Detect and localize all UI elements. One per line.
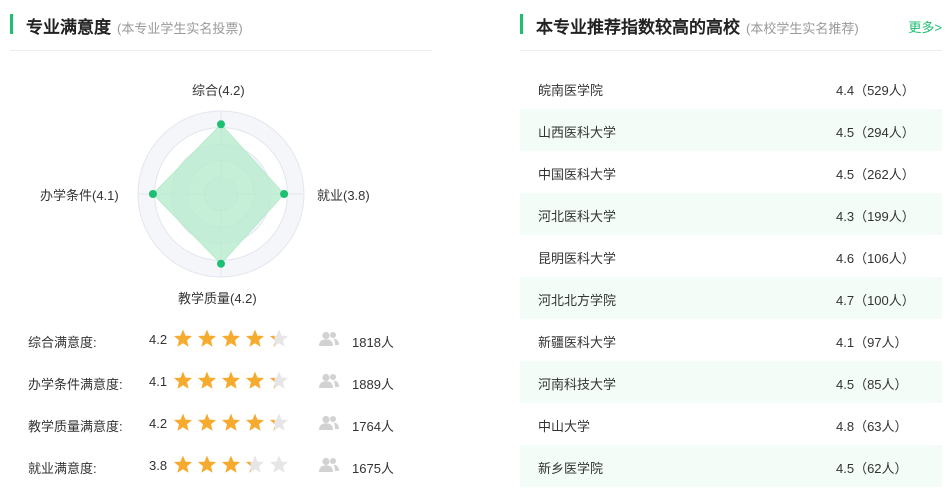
school-score: 4.6（106人） [836, 251, 915, 266]
rating-count: 1818人 [352, 335, 394, 350]
school-row[interactable]: 河北北方学院 4.7（100人） [520, 277, 942, 319]
star-full-icon [197, 371, 217, 389]
radar-label-facilities: 办学条件(4.1) [40, 188, 119, 203]
school-score: 4.3（199人） [836, 209, 915, 224]
people-icon [319, 373, 339, 388]
satisfaction-header: 专业满意度 (本专业学生实名投票) [10, 12, 432, 38]
star-half-icon [269, 329, 289, 347]
rating-row: 综合满意度: 4.2 1818人 [10, 328, 432, 352]
school-row[interactable]: 山西医科大学 4.5（294人） [520, 109, 942, 151]
star-rating [173, 413, 289, 431]
rating-row: 就业满意度: 3.8 1675人 [10, 454, 432, 478]
school-name[interactable]: 河北医科大学 [538, 206, 616, 225]
school-score: 4.8（63人） [836, 419, 908, 434]
school-name[interactable]: 河南科技大学 [538, 374, 616, 393]
school-score: 4.7（100人） [836, 293, 915, 308]
star-half-icon [269, 413, 289, 431]
accent-bar [520, 14, 523, 34]
satisfaction-subtitle: (本专业学生实名投票) [117, 21, 243, 36]
star-full-icon [173, 413, 193, 431]
school-row[interactable]: 中山大学 4.8（63人） [520, 403, 942, 445]
radar-label-teaching: 教学质量(4.2) [178, 291, 257, 306]
school-row[interactable]: 河南科技大学 4.5（85人） [520, 361, 942, 403]
star-full-icon [221, 329, 241, 347]
radar-label-overall: 综合(4.2) [192, 83, 245, 98]
school-name[interactable]: 中国医科大学 [538, 164, 616, 183]
rating-label: 就业满意度: [28, 461, 97, 476]
divider [520, 50, 942, 51]
recommend-panel: 本专业推荐指数较高的高校 (本校学生实名推荐) 更多> 皖南医学院 4.4（529… [520, 0, 942, 492]
school-row[interactable]: 新乡医学院 4.5（62人） [520, 445, 942, 487]
school-row[interactable]: 昆明医科大学 4.6（106人） [520, 235, 942, 277]
radar-label-employment: 就业(3.8) [317, 188, 370, 203]
star-rating [173, 371, 289, 389]
star-full-icon [221, 371, 241, 389]
radar-point [280, 190, 289, 198]
star-rating [173, 329, 289, 347]
people-icon [319, 331, 339, 346]
star-full-icon [173, 371, 193, 389]
school-row[interactable]: 中国医科大学 4.5（262人） [520, 151, 942, 193]
school-row[interactable]: 新疆医科大学 4.1（97人） [520, 319, 942, 361]
recommend-title: 本专业推荐指数较高的高校 (本校学生实名推荐) [536, 13, 859, 38]
school-name[interactable]: 新疆医科大学 [538, 332, 616, 351]
rating-label: 教学质量满意度: [28, 419, 123, 434]
rating-score: 4.1 [149, 374, 168, 389]
rating-count: 1889人 [352, 377, 394, 392]
star-half-icon [269, 371, 289, 389]
school-score: 4.4（529人） [836, 83, 915, 98]
star-full-icon [197, 455, 217, 473]
rating-score: 3.8 [149, 458, 168, 473]
star-full-icon [245, 413, 265, 431]
star-full-icon [221, 455, 241, 473]
rating-label: 综合满意度: [28, 335, 97, 350]
school-score: 4.5（294人） [836, 125, 915, 140]
accent-bar [10, 14, 13, 34]
recommend-subtitle: (本校学生实名推荐) [746, 21, 859, 36]
rating-count: 1764人 [352, 419, 394, 434]
school-row[interactable]: 皖南医学院 4.4（529人） [520, 67, 942, 109]
recommend-title-text: 本专业推荐指数较高的高校 [536, 18, 740, 37]
star-half-icon [245, 455, 265, 473]
star-full-icon [221, 413, 241, 431]
rating-score: 4.2 [149, 332, 168, 347]
star-full-icon [173, 455, 193, 473]
divider [10, 50, 432, 51]
radar-chart: 综合(4.2) 办学条件(4.1) 就业(3.8) 教学质量(4.2) [10, 70, 432, 315]
recommend-header: 本专业推荐指数较高的高校 (本校学生实名推荐) 更多> [520, 12, 942, 38]
star-empty-icon [269, 455, 289, 473]
satisfaction-title-text: 专业满意度 [26, 18, 111, 37]
radar-point [217, 120, 225, 129]
more-link[interactable]: 更多> [908, 17, 942, 36]
star-full-icon [245, 329, 265, 347]
star-full-icon [197, 329, 217, 347]
people-icon [319, 457, 339, 472]
school-row[interactable]: 河北医科大学 4.3（199人） [520, 193, 942, 235]
school-name[interactable]: 皖南医学院 [538, 80, 603, 99]
rating-label: 办学条件满意度: [28, 377, 123, 392]
star-rating [173, 455, 289, 473]
rating-row: 办学条件满意度: 4.1 1889人 [10, 370, 432, 394]
school-score: 4.5（62人） [836, 461, 908, 476]
school-name[interactable]: 山西医科大学 [538, 122, 616, 141]
school-score: 4.5（85人） [836, 377, 908, 392]
star-full-icon [173, 329, 193, 347]
satisfaction-title: 专业满意度 (本专业学生实名投票) [26, 13, 243, 38]
rating-score: 4.2 [149, 416, 168, 431]
radar-point [148, 190, 157, 198]
star-full-icon [197, 413, 217, 431]
school-score: 4.5（262人） [836, 167, 915, 182]
people-icon [319, 415, 339, 430]
rating-count: 1675人 [352, 461, 394, 476]
school-name[interactable]: 中山大学 [538, 416, 590, 435]
satisfaction-panel: 专业满意度 (本专业学生实名投票) 综合(4.2) 办学条件(4.1) 就业(3.… [10, 0, 432, 492]
school-score: 4.1（97人） [836, 335, 908, 350]
school-name[interactable]: 昆明医科大学 [538, 248, 616, 267]
star-full-icon [245, 371, 265, 389]
radar-point [217, 259, 225, 268]
school-name[interactable]: 河北北方学院 [538, 290, 616, 309]
rating-row: 教学质量满意度: 4.2 1764人 [10, 412, 432, 436]
school-name[interactable]: 新乡医学院 [538, 458, 603, 477]
